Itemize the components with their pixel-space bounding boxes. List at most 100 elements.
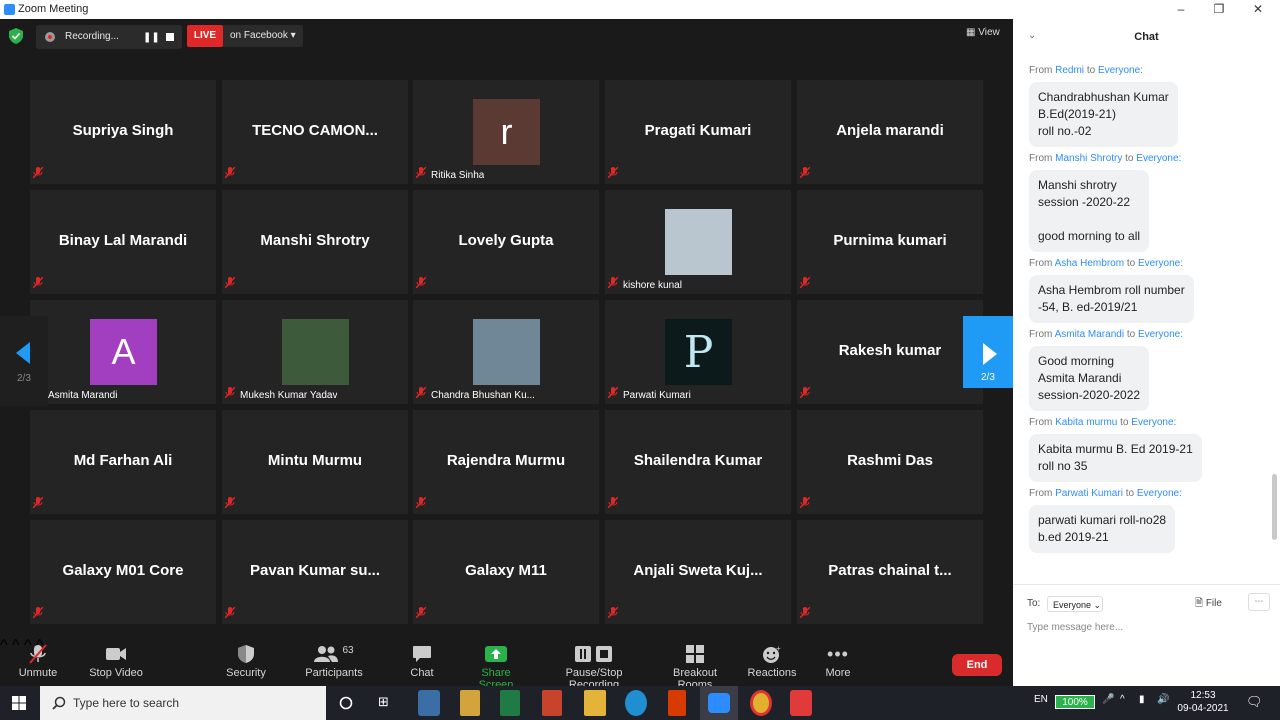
participant-tile[interactable]: Galaxy M01 Core: [30, 520, 216, 624]
live-target-dropdown[interactable]: on Facebook ▾: [223, 25, 303, 47]
participant-tile[interactable]: Anjali Sweta Kuj...: [605, 520, 791, 624]
message-sender[interactable]: Asmita Marandi: [1055, 329, 1124, 340]
chevron-up-icon[interactable]: ^: [1120, 694, 1125, 705]
reactions-button[interactable]: + Reactions: [746, 641, 798, 679]
chat-scrollbar[interactable]: [1271, 59, 1279, 579]
message-recipient[interactable]: Everyone:: [1138, 258, 1183, 269]
participant-tile[interactable]: Patras chainal t...: [797, 520, 983, 624]
participant-tile[interactable]: Pavan Kumar su...: [222, 520, 408, 624]
participant-tile[interactable]: P Parwati Kumari: [605, 300, 791, 404]
file-button[interactable]: 🗎 File: [1195, 596, 1222, 613]
participant-tile[interactable]: Rashmi Das: [797, 410, 983, 514]
chat-more-icon[interactable]: ⋯: [1248, 593, 1270, 611]
breakout-rooms-button[interactable]: Breakout Rooms: [656, 641, 734, 691]
participant-tile[interactable]: Md Farhan Ali: [30, 410, 216, 514]
windows-taskbar: Type here to search ⊞ EN 100% 🎤 ^ ▮ 🔊 12…: [0, 686, 1280, 720]
participant-tile[interactable]: Mukesh Kumar Yadav: [222, 300, 408, 404]
message-recipient[interactable]: Everyone:: [1136, 153, 1181, 164]
breakout-rooms-icon: [686, 645, 704, 663]
message-recipient[interactable]: Everyone:: [1131, 417, 1176, 428]
participant-tile[interactable]: r Ritika Sinha: [413, 80, 599, 184]
battery-tray-icon[interactable]: ▮: [1139, 694, 1145, 705]
security-label: Security: [226, 667, 266, 679]
security-button[interactable]: Security: [222, 641, 270, 679]
maximize-icon[interactable]: ❐: [1209, 2, 1229, 16]
message-bubble: Kabita murmu B. Ed 2019-21 roll no 35: [1029, 434, 1202, 482]
to-word: to: [1086, 65, 1096, 76]
participant-tile[interactable]: Purnima kumari: [797, 190, 983, 294]
minimize-icon[interactable]: –: [1171, 2, 1191, 16]
participant-tile[interactable]: Shailendra Kumar: [605, 410, 791, 514]
battery-indicator[interactable]: 100%: [1055, 695, 1095, 709]
next-page-button[interactable]: 2/3: [963, 316, 1013, 388]
chat-message: From Asmita Marandi to Everyone: Good mor…: [1029, 329, 1269, 411]
pause-recording-icon[interactable]: ❚❚: [143, 32, 160, 43]
participant-tile[interactable]: Galaxy M11: [413, 520, 599, 624]
participant-tile[interactable]: Manshi Shrotry: [222, 190, 408, 294]
recipient-select[interactable]: Everyone ⌄: [1047, 596, 1103, 612]
muted-mic-icon: [32, 496, 44, 511]
chat-messages[interactable]: From Redmi to Everyone: Chandrabhushan Ku…: [1013, 59, 1269, 584]
participant-tile[interactable]: Supriya Singh: [30, 80, 216, 184]
from-word: From: [1029, 329, 1053, 340]
excel-icon[interactable]: [500, 690, 520, 716]
message-recipient[interactable]: Everyone:: [1098, 65, 1143, 76]
search-placeholder: Type here to search: [73, 696, 180, 710]
participant-tile[interactable]: Rajendra Murmu: [413, 410, 599, 514]
message-sender[interactable]: Manshi Shrotry: [1055, 153, 1122, 164]
office-icon[interactable]: [668, 690, 686, 716]
edge-browser-icon[interactable]: [625, 690, 647, 716]
participant-tile[interactable]: Pragati Kumari: [605, 80, 791, 184]
participant-tile[interactable]: TECNO CAMON...: [222, 80, 408, 184]
participant-tile[interactable]: Mintu Murmu: [222, 410, 408, 514]
chat-header: ⌄ Chat: [1013, 19, 1280, 59]
message-sender[interactable]: Asha Hembrom: [1055, 258, 1124, 269]
participant-tile[interactable]: A Asmita Marandi: [30, 300, 216, 404]
chrome-icon[interactable]: [750, 690, 772, 716]
more-button[interactable]: ••• More: [818, 641, 858, 680]
participant-tile[interactable]: kishore kunal: [605, 190, 791, 294]
chat-button[interactable]: Chat: [402, 641, 442, 679]
participant-tile[interactable]: Anjela marandi: [797, 80, 983, 184]
message-recipient[interactable]: Everyone:: [1137, 488, 1182, 499]
close-icon[interactable]: ✕: [1248, 2, 1268, 16]
presentation-icon[interactable]: [542, 690, 562, 716]
cortana-icon[interactable]: [339, 696, 353, 710]
stop-video-button[interactable]: Stop Video: [86, 641, 146, 679]
share-screen-button[interactable]: Share Screen: [464, 641, 528, 691]
volume-icon[interactable]: 🔊: [1157, 694, 1169, 705]
zoom-app-icon: [708, 693, 730, 713]
task-view-icon[interactable]: ⊞: [378, 694, 389, 710]
message-line: B.Ed(2019-21): [1038, 107, 1117, 121]
participant-tile[interactable]: Lovely Gupta: [413, 190, 599, 294]
audio-options-caret-icon[interactable]: ^: [0, 637, 8, 654]
message-sender[interactable]: Redmi: [1055, 65, 1084, 76]
message-input[interactable]: Type message here...: [1027, 622, 1123, 633]
app-window-icon[interactable]: [418, 690, 440, 716]
taskbar-search[interactable]: Type here to search: [40, 686, 326, 720]
zoom-taskbar-active[interactable]: [700, 686, 738, 720]
store-icon[interactable]: [460, 690, 480, 716]
unmute-button[interactable]: Unmute: [14, 641, 62, 679]
pause-stop-recording-button[interactable]: Pause/Stop Recording: [542, 641, 646, 691]
stop-recording-icon[interactable]: [166, 33, 174, 41]
participants-button[interactable]: 63 Participants: [304, 641, 364, 680]
notifications-icon[interactable]: 🗨: [1246, 694, 1263, 710]
message-sender[interactable]: Parwati Kumari: [1055, 488, 1123, 499]
anydesk-icon[interactable]: [790, 690, 812, 716]
taskbar-clock[interactable]: 12:53 09-04-2021: [1170, 689, 1236, 715]
windows-start-icon[interactable]: [12, 696, 26, 710]
file-explorer-icon[interactable]: [584, 690, 606, 716]
scrollbar-thumb[interactable]: [1272, 474, 1277, 540]
encryption-shield-icon[interactable]: [9, 28, 23, 44]
microphone-tray-icon[interactable]: 🎤: [1102, 694, 1114, 705]
view-button[interactable]: ▦ View: [966, 27, 1000, 38]
message-recipient[interactable]: Everyone:: [1138, 329, 1183, 340]
participant-tile[interactable]: Rakesh kumar: [797, 300, 983, 404]
previous-page-button[interactable]: 2/3: [0, 316, 48, 406]
message-sender[interactable]: Kabita murmu: [1055, 417, 1117, 428]
participant-tile[interactable]: Chandra Bhushan Ku...: [413, 300, 599, 404]
input-language[interactable]: EN: [1034, 694, 1048, 705]
participant-tile[interactable]: Binay Lal Marandi: [30, 190, 216, 294]
end-meeting-button[interactable]: End: [952, 654, 1002, 676]
